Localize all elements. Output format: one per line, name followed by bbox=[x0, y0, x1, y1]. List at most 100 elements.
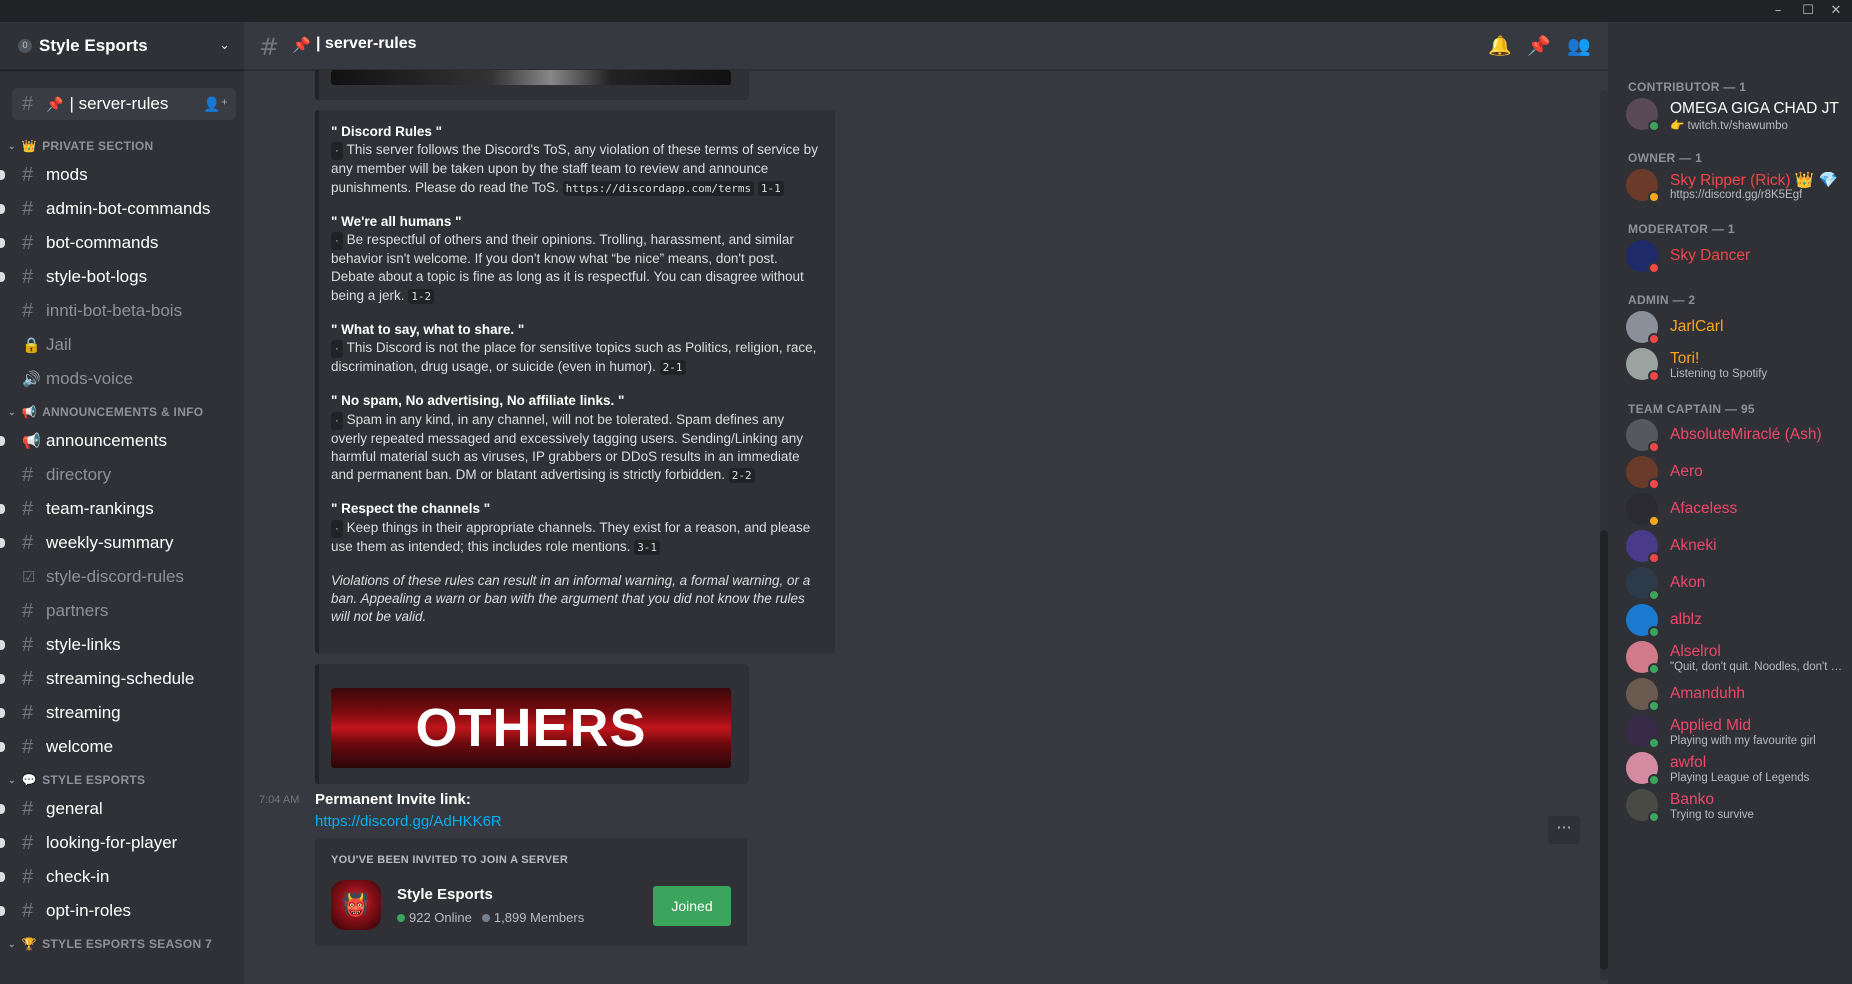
rule-3: " What to say, what to share. " · This Di… bbox=[331, 321, 823, 378]
channel-looking-for-player[interactable]: # looking-for-player bbox=[0, 826, 244, 860]
hash-icon: # bbox=[22, 163, 34, 186]
member-item[interactable]: awfol Playing League of Legends bbox=[1626, 748, 1846, 790]
channel-jail[interactable]: 🔒 Jail bbox=[0, 328, 244, 362]
megaphone-icon: 📢 bbox=[21, 405, 38, 419]
category-private-section[interactable]: ⌄ 👑 PRIVATE SECTION bbox=[0, 134, 244, 158]
scroll-thumb[interactable] bbox=[1600, 530, 1608, 970]
server-icon[interactable]: 👹 bbox=[331, 880, 381, 930]
hash-icon: # bbox=[22, 735, 34, 758]
more-options-button[interactable]: ··· bbox=[1548, 816, 1580, 844]
channel-general[interactable]: # general bbox=[0, 792, 244, 826]
chevron-down-icon: ⌄ bbox=[8, 774, 16, 785]
member-item[interactable]: Afaceless bbox=[1626, 489, 1846, 531]
unread-indicator bbox=[0, 640, 5, 650]
member-item[interactable]: Sky Dancer bbox=[1626, 236, 1846, 278]
rules-icon: ☑ bbox=[22, 569, 36, 586]
member-group-header: TEAM CAPTAIN — 95 bbox=[1628, 402, 1755, 416]
channel-style-links[interactable]: # style-links bbox=[0, 628, 244, 662]
member-activity: https://discord.gg/r8K5Egf bbox=[1670, 189, 1803, 201]
member-item[interactable]: OMEGA GIGA CHAD JT 👉 twitch.tv/shawumbo bbox=[1626, 94, 1846, 136]
unread-indicator bbox=[0, 674, 5, 684]
rule-title: " Respect the channels " bbox=[331, 501, 491, 517]
hash-icon: # bbox=[22, 231, 34, 254]
member-name: Applied Mid bbox=[1670, 717, 1751, 734]
member-item[interactable]: Amanduhh bbox=[1626, 674, 1846, 716]
rules-embed: " Discord Rules " · This server follows t… bbox=[315, 110, 835, 654]
channel-check-in[interactable]: # check-in bbox=[0, 860, 244, 894]
member-item[interactable]: Sky Ripper (Rick) 👑 💎 https://discord.gg/… bbox=[1626, 165, 1846, 207]
channel-label: streaming-schedule bbox=[46, 669, 195, 688]
server-boost-badge: 0 bbox=[18, 38, 32, 53]
channel-server-rules[interactable]: # 📌 | server-rules 👤⁺ bbox=[12, 88, 236, 120]
channel-streaming-schedule[interactable]: # streaming-schedule bbox=[0, 662, 244, 696]
invite-member-icon[interactable]: 👤⁺ bbox=[203, 96, 228, 113]
member-item[interactable]: AbsoluteMiraclé (Ash) bbox=[1626, 415, 1846, 457]
member-list-icon[interactable]: 👥 bbox=[1567, 34, 1591, 58]
member-name: AbsoluteMiraclé (Ash) bbox=[1670, 426, 1822, 443]
category-style-esports[interactable]: ⌄ 💬 STYLE ESPORTS bbox=[0, 768, 244, 792]
channel-innti-bot-beta-bois[interactable]: # innti-bot-beta-bois bbox=[0, 294, 244, 328]
member-item[interactable]: Aero bbox=[1626, 452, 1846, 494]
channel-partners[interactable]: # partners bbox=[0, 594, 244, 628]
hash-icon: # bbox=[22, 667, 34, 690]
category-season-7[interactable]: ⌄ 🏆 STYLE ESPORTS SEASON 7 bbox=[0, 932, 244, 956]
rule-tag: 2-1 bbox=[659, 360, 686, 376]
rule-1: " Discord Rules " · This server follows t… bbox=[331, 123, 823, 198]
status-indicator-icon bbox=[1648, 811, 1660, 823]
member-item[interactable]: alblz bbox=[1626, 600, 1846, 642]
hash-icon: # bbox=[22, 497, 34, 520]
member-item[interactable]: Banko Trying to survive bbox=[1626, 785, 1846, 827]
rule-title: " We're all humans " bbox=[331, 213, 462, 229]
member-item[interactable]: Akneki bbox=[1626, 526, 1846, 568]
rule-2: " We're all humans " · Be respectful of o… bbox=[331, 213, 823, 306]
channel-opt-in-roles[interactable]: # opt-in-roles bbox=[0, 894, 244, 928]
pin-icon[interactable]: 📌 bbox=[1527, 34, 1551, 58]
member-item[interactable]: Alselrol "Quit, don't quit. Noodles, don'… bbox=[1626, 637, 1846, 679]
category-announcements-info[interactable]: ⌄ 📢 ANNOUNCEMENTS & INFO bbox=[0, 400, 244, 424]
channel-announcements[interactable]: 📢 announcements bbox=[0, 424, 244, 458]
bell-icon[interactable]: 🔔 bbox=[1488, 34, 1512, 58]
rules-footer: Violations of these rules can result in … bbox=[331, 573, 811, 625]
channel-style-discord-rules[interactable]: ☑ style-discord-rules bbox=[0, 560, 244, 594]
minimize-icon[interactable]: – bbox=[1766, 2, 1790, 20]
channel-welcome[interactable]: # welcome bbox=[0, 730, 244, 764]
channel-streaming[interactable]: # streaming bbox=[0, 696, 244, 730]
member-item[interactable]: JarlCarl bbox=[1626, 307, 1846, 349]
member-activity: Playing League of Legends bbox=[1670, 772, 1810, 784]
invite-link[interactable]: https://discord.gg/AdHKK6R bbox=[315, 813, 502, 830]
channel-label: Jail bbox=[46, 335, 72, 354]
maximize-icon[interactable]: ☐ bbox=[1796, 2, 1820, 20]
bullet: · bbox=[331, 340, 343, 359]
channel-mods-voice[interactable]: 🔊 mods-voice bbox=[0, 362, 244, 396]
channel-bot-commands[interactable]: # bot-commands bbox=[0, 226, 244, 260]
channel-mods[interactable]: # mods bbox=[0, 158, 244, 192]
joined-button[interactable]: Joined bbox=[653, 886, 731, 926]
hash-icon: # bbox=[22, 299, 34, 322]
member-activity: Listening to Spotify bbox=[1670, 368, 1768, 380]
lock-icon: 🔒 bbox=[22, 337, 41, 354]
close-icon[interactable]: ✕ bbox=[1824, 2, 1848, 20]
channel-label: admin-bot-commands bbox=[46, 199, 211, 218]
channel-style-bot-logs[interactable]: # style-bot-logs bbox=[0, 260, 244, 294]
member-item[interactable]: Applied Mid Playing with my favourite gir… bbox=[1626, 711, 1846, 753]
chevron-down-icon[interactable]: ⌄ bbox=[219, 38, 230, 53]
private-channels: # mods # admin-bot-commands # bot-commands # st… bbox=[0, 158, 244, 396]
tos-link[interactable]: https://discordapp.com/terms bbox=[562, 180, 755, 196]
others-banner-image[interactable]: OTHERS bbox=[331, 688, 731, 768]
channel-team-rankings[interactable]: # team-rankings bbox=[0, 492, 244, 526]
category-label: STYLE ESPORTS SEASON 7 bbox=[42, 937, 213, 951]
unread-indicator bbox=[0, 436, 5, 446]
message-scrollbar[interactable] bbox=[1600, 90, 1608, 980]
member-item[interactable]: Tori! Listening to Spotify bbox=[1626, 344, 1846, 386]
message-timestamp: 7:04 AM bbox=[259, 794, 300, 806]
server-header[interactable]: 0 Style Esports ⌄ bbox=[0, 22, 244, 70]
invite-stats: 922 Online 1,899 Members bbox=[397, 910, 584, 925]
member-item[interactable]: Akon bbox=[1626, 563, 1846, 605]
discord-window: – ☐ ✕ 0 Style Esports ⌄ # 📌 | server-rul… bbox=[0, 0, 1852, 984]
member-name: Sky Dancer bbox=[1670, 247, 1751, 264]
member-activity: 👉 twitch.tv/shawumbo bbox=[1670, 120, 1788, 132]
channel-directory[interactable]: # directory bbox=[0, 458, 244, 492]
announcement-icon: 📢 bbox=[22, 433, 41, 450]
channel-admin-bot-commands[interactable]: # admin-bot-commands bbox=[0, 192, 244, 226]
channel-weekly-summary[interactable]: # weekly-summary bbox=[0, 526, 244, 560]
